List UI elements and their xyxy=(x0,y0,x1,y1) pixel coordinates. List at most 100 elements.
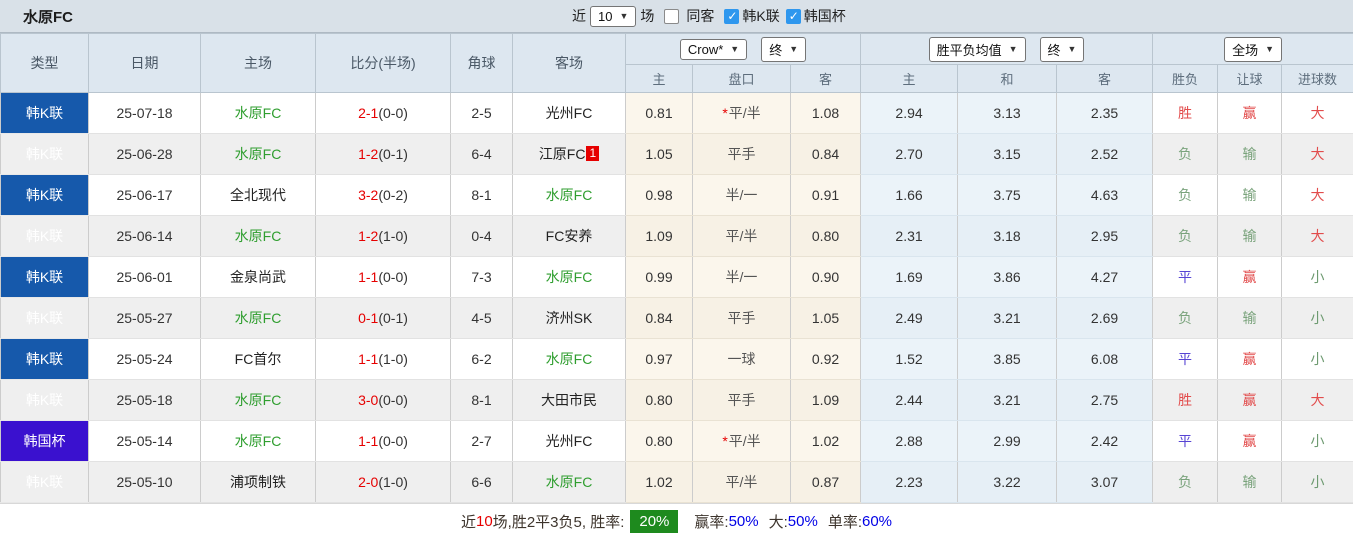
footer-count: 10 xyxy=(475,512,493,530)
handicap-result-cell: 赢 xyxy=(1217,256,1283,298)
recent-count-value: 10 xyxy=(598,8,613,24)
avg-home-odds-cell: 2.31 xyxy=(860,215,959,257)
result-header-group: 全场 ▼ xyxy=(1152,33,1353,65)
score-cell: 3-0(0-0) xyxy=(315,379,451,421)
handicap-result-cell: 输 xyxy=(1217,133,1283,175)
bookmaker-select[interactable]: Crow* ▼ xyxy=(679,38,748,60)
handicap-line-cell: 平手 xyxy=(692,133,791,175)
home-team-cell: 全北现代 xyxy=(200,174,316,216)
away-team-cell: 济州SK xyxy=(512,297,626,339)
handicap-final-value: 终 xyxy=(769,42,783,58)
score-cell: 2-0(1-0) xyxy=(315,461,451,503)
avg-home-odds-cell: 1.52 xyxy=(860,338,959,380)
full-match-select[interactable]: 全场 ▼ xyxy=(1224,36,1283,62)
same-away-label[interactable]: 同客 xyxy=(686,6,714,26)
avg-draw-odds-cell: 3.15 xyxy=(957,133,1058,175)
handicap-home-odds-cell: 0.84 xyxy=(625,297,693,339)
match-row: 韩K联 25-05-10 浦项制铁 2-0(1-0) 6-6 水原FC 1.02 平/半 0.8… xyxy=(0,461,1353,503)
handicap-line-cell: 半/一 xyxy=(692,174,791,216)
score-cell: 0-1(0-1) xyxy=(315,297,451,339)
date-cell: 25-06-28 xyxy=(88,133,201,175)
avg-draw-odds-cell: 3.85 xyxy=(957,338,1058,380)
handicap-line-cell: *平/半 xyxy=(692,92,791,134)
handicap-header-group: Crow* ▼ 终 ▼ xyxy=(624,33,862,65)
away-team-cell: 水原FC xyxy=(512,338,626,380)
match-history-panel: 水原FC 近 10 ▼ 场 同客 韩K联 韩国杯 类型 日期 xyxy=(0,0,1353,537)
result-cell: 胜 xyxy=(1152,379,1219,421)
match-type-cell: 韩K联 xyxy=(0,215,89,257)
away-team-cell: 大田市民 xyxy=(512,379,626,421)
result-cell: 负 xyxy=(1152,215,1219,257)
handicap-final-select[interactable]: 终 ▼ xyxy=(761,36,807,62)
handicap-line-cell: 平手 xyxy=(692,379,791,421)
away-team-cell: 光州FC xyxy=(512,420,626,462)
goals-result-cell: 大 xyxy=(1281,215,1353,257)
date-cell: 25-05-27 xyxy=(88,297,201,339)
handicap-result-cell: 输 xyxy=(1217,461,1283,503)
handicap-away-odds-cell: 0.91 xyxy=(789,174,862,216)
cup-label[interactable]: 韩国杯 xyxy=(804,6,846,26)
avg-draw-odds-cell: 3.21 xyxy=(957,379,1058,421)
avg-home-odds-cell: 2.70 xyxy=(860,133,959,175)
score-cell: 1-1(0-0) xyxy=(315,256,451,298)
date-cell: 25-05-18 xyxy=(88,379,201,421)
date-cell: 25-05-14 xyxy=(88,420,201,462)
home-team-cell: 水原FC xyxy=(200,297,316,339)
league-label[interactable]: 韩K联 xyxy=(742,6,779,26)
match-row: 韩K联 25-06-14 水原FC 1-2(1-0) 0-4 FC安养 1.09 平/半 0.8… xyxy=(0,215,1353,257)
goals-result-cell: 小 xyxy=(1281,297,1353,339)
corners-cell: 6-4 xyxy=(450,133,513,175)
match-row: 韩K联 25-06-17 全北现代 3-2(0-2) 8-1 水原FC 0.98 半/一 0.9… xyxy=(0,174,1353,216)
home-team-cell: 水原FC xyxy=(200,92,316,134)
handicap-result-cell: 输 xyxy=(1217,297,1283,339)
result-cell: 平 xyxy=(1152,420,1219,462)
avg-draw-odds-cell: 3.18 xyxy=(957,215,1058,257)
handicap-away-odds-cell: 0.87 xyxy=(789,461,862,503)
handicap-away-odds-cell: 1.08 xyxy=(789,92,862,134)
handicap-line-cell: 半/一 xyxy=(692,256,791,298)
handicap-line-cell: 平/半 xyxy=(692,461,791,503)
score-cell: 2-1(0-0) xyxy=(315,92,451,134)
match-type-cell: 韩K联 xyxy=(0,92,89,134)
col-header-score: 比分(半场) xyxy=(315,33,451,93)
cup-checkbox[interactable] xyxy=(785,8,801,24)
avg-home-odds-cell: 1.69 xyxy=(860,256,959,298)
sub-header-goals: 进球数 xyxy=(1281,64,1353,93)
star-icon: * xyxy=(722,433,728,449)
handicap-home-odds-cell: 0.81 xyxy=(625,92,693,134)
result-cell: 负 xyxy=(1152,174,1219,216)
score-cell: 1-1(0-0) xyxy=(315,420,451,462)
average-final-select[interactable]: 终 ▼ xyxy=(1039,36,1085,62)
red-card-badge: 1 xyxy=(586,146,600,161)
date-cell: 25-06-14 xyxy=(88,215,201,257)
page-title: 水原FC xyxy=(23,8,73,26)
avg-home-odds-cell: 1.66 xyxy=(860,174,959,216)
avg-away-odds-cell: 2.95 xyxy=(1056,215,1154,257)
date-cell: 25-06-01 xyxy=(88,256,201,298)
chevron-down-icon: ▼ xyxy=(1067,43,1077,54)
handicap-result-cell: 赢 xyxy=(1217,338,1283,380)
result-cell: 负 xyxy=(1152,461,1219,503)
bookmaker-select-value: Crow* xyxy=(687,41,724,57)
recent-count-select[interactable]: 10 ▼ xyxy=(590,5,637,27)
date-cell: 25-05-10 xyxy=(88,461,201,503)
score-cell: 1-2(1-0) xyxy=(315,215,451,257)
handicap-home-odds-cell: 1.02 xyxy=(625,461,693,503)
home-team-cell: 水原FC xyxy=(200,215,316,257)
corners-cell: 4-5 xyxy=(450,297,513,339)
avg-away-odds-cell: 2.75 xyxy=(1056,379,1154,421)
league-checkbox[interactable] xyxy=(724,8,740,24)
handicap-away-odds-cell: 1.05 xyxy=(789,297,862,339)
average-odds-select[interactable]: 胜平负均值 ▼ xyxy=(928,36,1026,62)
handicap-result-cell: 赢 xyxy=(1217,420,1283,462)
match-rows: 韩K联 25-07-18 水原FC 2-1(0-0) 2-5 光州FC 0.81 *平/半 1.… xyxy=(0,92,1353,503)
handicap-home-odds-cell: 1.05 xyxy=(625,133,693,175)
same-away-checkbox[interactable] xyxy=(664,8,680,24)
handicap-away-odds-cell: 1.02 xyxy=(789,420,862,462)
match-row: 韩K联 25-05-24 FC首尔 1-1(1-0) 6-2 水原FC 0.97 一球 0.92… xyxy=(0,338,1353,380)
summary-footer: 近 10 场,胜2平3负5, 胜率: 20% 赢率: 50% 大: 50% 单率: 60% xyxy=(0,503,1353,537)
handicap-line-cell: 平/半 xyxy=(692,215,791,257)
sub-header-avg-away: 客 xyxy=(1056,64,1154,93)
corners-cell: 8-1 xyxy=(450,379,513,421)
star-icon: * xyxy=(722,105,728,121)
